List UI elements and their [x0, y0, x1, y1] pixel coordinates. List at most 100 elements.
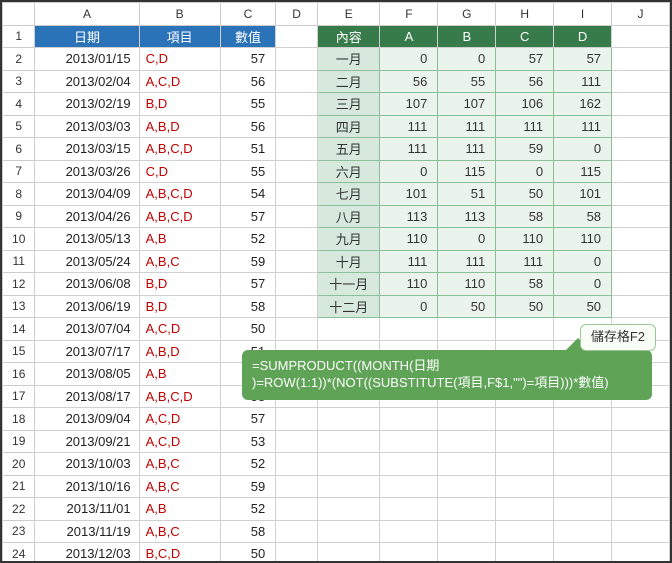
cell-B16[interactable]: A,B — [139, 363, 220, 386]
cell-D23[interactable] — [276, 520, 318, 543]
cell-A7[interactable]: 2013/03/26 — [35, 160, 139, 183]
cell-H8[interactable]: 50 — [496, 183, 554, 206]
cell-J12[interactable] — [612, 273, 670, 296]
cell-G12[interactable]: 110 — [438, 273, 496, 296]
cell-J4[interactable] — [612, 93, 670, 116]
cell-E5[interactable]: 四月 — [317, 115, 380, 138]
cell-I13[interactable]: 50 — [554, 295, 612, 318]
cell-J8[interactable] — [612, 183, 670, 206]
row-header-9[interactable]: 9 — [3, 205, 35, 228]
cell-G4[interactable]: 107 — [438, 93, 496, 116]
cell-D19[interactable] — [276, 430, 318, 453]
cell-C10[interactable]: 52 — [220, 228, 276, 251]
cell-B23[interactable]: A,B,C — [139, 520, 220, 543]
cell-I11[interactable]: 0 — [554, 250, 612, 273]
cell-J2[interactable] — [612, 48, 670, 71]
cell-H4[interactable]: 106 — [496, 93, 554, 116]
cell-B7[interactable]: C,D — [139, 160, 220, 183]
col-header-H[interactable]: H — [496, 3, 554, 26]
cell-J19[interactable] — [612, 430, 670, 453]
cell-A15[interactable]: 2013/07/17 — [35, 340, 139, 363]
cell-A24[interactable]: 2013/12/03 — [35, 543, 139, 563]
cell-C8[interactable]: 54 — [220, 183, 276, 206]
cell-A17[interactable]: 2013/08/17 — [35, 385, 139, 408]
cell-G3[interactable]: 55 — [438, 70, 496, 93]
cell-D7[interactable] — [276, 160, 318, 183]
cell-J23[interactable] — [612, 520, 670, 543]
row-header-23[interactable]: 23 — [3, 520, 35, 543]
cell-C24[interactable]: 50 — [220, 543, 276, 563]
cell-A19[interactable]: 2013/09/21 — [35, 430, 139, 453]
cell-I7[interactable]: 115 — [554, 160, 612, 183]
cell-A12[interactable]: 2013/06/08 — [35, 273, 139, 296]
cell-A8[interactable]: 2013/04/09 — [35, 183, 139, 206]
cell-I12[interactable]: 0 — [554, 273, 612, 296]
col-header-D[interactable]: D — [276, 3, 318, 26]
cell-A2[interactable]: 2013/01/15 — [35, 48, 139, 71]
row-header-10[interactable]: 10 — [3, 228, 35, 251]
cell-A11[interactable]: 2013/05/24 — [35, 250, 139, 273]
row-header-22[interactable]: 22 — [3, 498, 35, 521]
cell-D9[interactable] — [276, 205, 318, 228]
cell-C3[interactable]: 56 — [220, 70, 276, 93]
cell-C19[interactable]: 53 — [220, 430, 276, 453]
cell-A21[interactable]: 2013/10/16 — [35, 475, 139, 498]
cell-C6[interactable]: 51 — [220, 138, 276, 161]
cell-D10[interactable] — [276, 228, 318, 251]
cell-A6[interactable]: 2013/03/15 — [35, 138, 139, 161]
cell-C11[interactable]: 59 — [220, 250, 276, 273]
cell-D2[interactable] — [276, 48, 318, 71]
cell-J21[interactable] — [612, 475, 670, 498]
cell-H9[interactable]: 58 — [496, 205, 554, 228]
cell-D20[interactable] — [276, 453, 318, 476]
cell-F7[interactable]: 0 — [380, 160, 438, 183]
col-header-C[interactable]: C — [220, 3, 276, 26]
row-header-15[interactable]: 15 — [3, 340, 35, 363]
cell-H13[interactable]: 50 — [496, 295, 554, 318]
cell-D14[interactable] — [276, 318, 318, 341]
row-header-2[interactable]: 2 — [3, 48, 35, 71]
cell-C4[interactable]: 55 — [220, 93, 276, 116]
cell-D5[interactable] — [276, 115, 318, 138]
cell-B24[interactable]: B,C,D — [139, 543, 220, 563]
cell-B19[interactable]: A,C,D — [139, 430, 220, 453]
cell-H3[interactable]: 56 — [496, 70, 554, 93]
select-all-corner[interactable] — [3, 3, 35, 26]
cell-C2[interactable]: 57 — [220, 48, 276, 71]
col-header-E[interactable]: E — [317, 3, 380, 26]
cell-B9[interactable]: A,B,C,D — [139, 205, 220, 228]
cell-D3[interactable] — [276, 70, 318, 93]
cell-B12[interactable]: B,D — [139, 273, 220, 296]
cell-H10[interactable]: 110 — [496, 228, 554, 251]
cell-G5[interactable]: 111 — [438, 115, 496, 138]
cell-C14[interactable]: 50 — [220, 318, 276, 341]
cell-J5[interactable] — [612, 115, 670, 138]
col-header-J[interactable]: J — [612, 3, 670, 26]
cell-B20[interactable]: A,B,C — [139, 453, 220, 476]
cell-C7[interactable]: 55 — [220, 160, 276, 183]
cell-H5[interactable]: 111 — [496, 115, 554, 138]
cell-B14[interactable]: A,C,D — [139, 318, 220, 341]
cell-B5[interactable]: A,B,D — [139, 115, 220, 138]
row-header-21[interactable]: 21 — [3, 475, 35, 498]
cell-C13[interactable]: 58 — [220, 295, 276, 318]
cell-A14[interactable]: 2013/07/04 — [35, 318, 139, 341]
cell-D1[interactable] — [276, 25, 318, 48]
cell-A9[interactable]: 2013/04/26 — [35, 205, 139, 228]
green-header-4[interactable]: D — [554, 25, 612, 48]
cell-J7[interactable] — [612, 160, 670, 183]
cell-A5[interactable]: 2013/03/03 — [35, 115, 139, 138]
cell-B18[interactable]: A,C,D — [139, 408, 220, 431]
cell-E13[interactable]: 十二月 — [317, 295, 380, 318]
cell-D22[interactable] — [276, 498, 318, 521]
row-header-4[interactable]: 4 — [3, 93, 35, 116]
cell-F13[interactable]: 0 — [380, 295, 438, 318]
row-header-13[interactable]: 13 — [3, 295, 35, 318]
cell-D12[interactable] — [276, 273, 318, 296]
col-header-F[interactable]: F — [380, 3, 438, 26]
cell-G9[interactable]: 113 — [438, 205, 496, 228]
cell-A23[interactable]: 2013/11/19 — [35, 520, 139, 543]
cell-D21[interactable] — [276, 475, 318, 498]
cell-F5[interactable]: 111 — [380, 115, 438, 138]
cell-I9[interactable]: 58 — [554, 205, 612, 228]
